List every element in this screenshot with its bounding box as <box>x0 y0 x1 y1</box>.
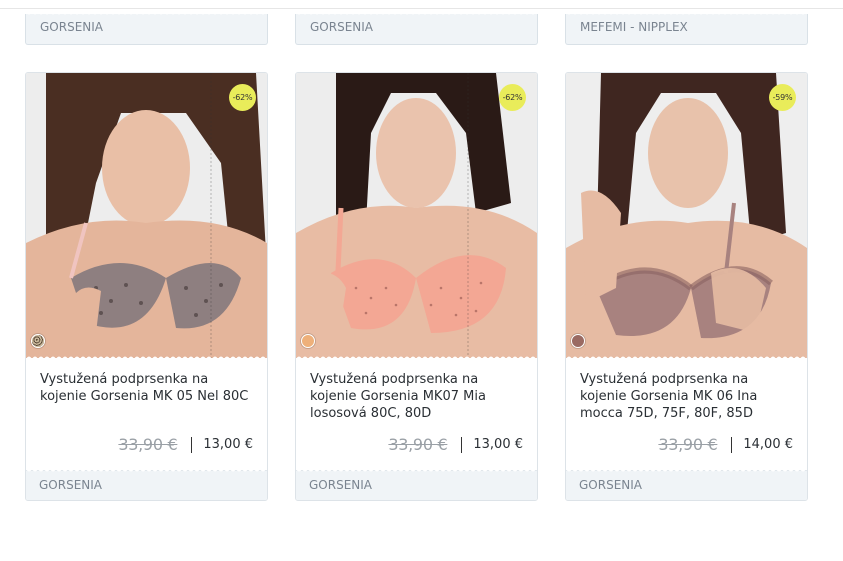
image-edge <box>26 355 267 359</box>
product-card[interactable]: -59% Vystužená podprsenka na kojenie Gor… <box>565 72 808 501</box>
current-price: 14,00 € <box>743 437 793 452</box>
brand-label[interactable]: GORSENIA <box>566 470 807 500</box>
price-divider <box>191 436 193 453</box>
brand-label-top-2[interactable]: GORSENIA <box>295 13 538 45</box>
old-price: 33,90 € <box>118 435 178 454</box>
old-price: 33,90 € <box>388 435 448 454</box>
product-title[interactable]: Vystužená podprsenka na kojenie Gorsenia… <box>310 371 528 422</box>
brand-label-top-1[interactable]: GORSENIA <box>25 13 268 45</box>
product-card[interactable]: -62% Vystužená podprsenka na kojenie Gor… <box>295 72 538 501</box>
brand-label-text: MEFEMI - NIPPLEX <box>580 20 688 34</box>
price-row: 33,90 € 14,00 € <box>658 435 793 454</box>
product-title[interactable]: Vystužená podprsenka na kojenie Gorsenia… <box>580 371 798 422</box>
product-title[interactable]: Vystužená podprsenka na kojenie Gorsenia… <box>40 371 258 405</box>
brand-label-text: GORSENIA <box>310 20 374 34</box>
price-divider <box>461 436 463 453</box>
color-swatch[interactable] <box>571 334 585 348</box>
current-price: 13,00 € <box>203 437 253 452</box>
product-card[interactable]: -62% Vystužená podprsenka na kojenie Gor… <box>25 72 268 501</box>
price-row: 33,90 € 13,00 € <box>388 435 523 454</box>
brand-label-text: GORSENIA <box>39 478 103 492</box>
product-image[interactable]: -59% <box>566 73 807 358</box>
color-swatch[interactable] <box>301 334 315 348</box>
image-edge <box>566 355 807 359</box>
brand-label-text: GORSENIA <box>579 478 643 492</box>
header-divider <box>0 8 843 9</box>
price-divider <box>731 436 733 453</box>
brand-label-text: GORSENIA <box>309 478 373 492</box>
brand-label-text: GORSENIA <box>40 20 104 34</box>
discount-badge: -62% <box>499 84 526 111</box>
discount-badge: -62% <box>229 84 256 111</box>
product-image[interactable]: -62% <box>26 73 267 358</box>
product-image[interactable]: -62% <box>296 73 537 358</box>
old-price: 33,90 € <box>658 435 718 454</box>
price-row: 33,90 € 13,00 € <box>118 435 253 454</box>
brand-label[interactable]: GORSENIA <box>26 470 267 500</box>
brand-label[interactable]: GORSENIA <box>296 470 537 500</box>
image-edge <box>296 355 537 359</box>
discount-badge: -59% <box>769 84 796 111</box>
color-swatch[interactable] <box>31 334 45 348</box>
current-price: 13,00 € <box>473 437 523 452</box>
brand-label-top-3[interactable]: MEFEMI - NIPPLEX <box>565 13 808 45</box>
